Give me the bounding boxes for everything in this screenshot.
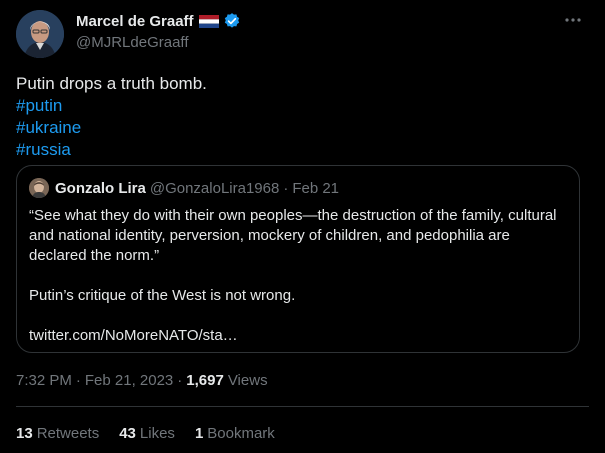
quoted-separator: ·: [283, 179, 289, 197]
hashtag-ukraine[interactable]: #ukraine: [16, 117, 207, 139]
author-display-name[interactable]: Marcel de Graaff: [76, 13, 194, 30]
netherlands-flag-icon: [198, 14, 219, 28]
more-options-icon[interactable]: [563, 10, 583, 30]
quoted-link[interactable]: twitter.com/NoMoreNATO/sta…: [29, 326, 565, 346]
quoted-tweet-header: Gonzalo Lira @GonzaloLira1968 · Feb 21: [29, 178, 339, 198]
tweet-text: Putin drops a truth bomb. #putin #ukrain…: [16, 73, 207, 161]
retweets-stat[interactable]: 13 Retweets: [16, 425, 99, 442]
bookmarks-count: 1: [194, 425, 204, 442]
meta-separator: ·: [75, 372, 81, 389]
quoted-paragraph-1: “See what they do with their own peoples…: [29, 207, 557, 264]
hashtag-russia[interactable]: #russia: [16, 139, 207, 161]
quoted-date: Feb 21: [292, 179, 340, 197]
tweet-meta: 7:32 PM · Feb 21, 2023 · 1,697 Views: [16, 372, 268, 389]
retweets-label: Retweets: [36, 425, 100, 442]
views-count: 1,697: [186, 372, 224, 389]
views-label: Views: [227, 372, 268, 389]
retweets-count: 13: [16, 425, 33, 442]
verified-badge-icon[interactable]: [223, 12, 241, 30]
divider: [16, 406, 589, 407]
likes-stat[interactable]: 43 Likes: [119, 425, 175, 442]
tweet: Marcel de Graaff @MJRLdeGraaff Putin dro…: [0, 0, 605, 453]
avatar-image: [16, 10, 64, 58]
tweet-body: Putin drops a truth bomb.: [16, 74, 207, 93]
bookmarks-label: Bookmark: [207, 425, 275, 442]
author-name-row: Marcel de Graaff: [76, 12, 241, 30]
quoted-paragraph-2: Putin’s critique of the West is not wron…: [29, 287, 296, 304]
author-handle[interactable]: @MJRLdeGraaff: [76, 34, 189, 51]
quoted-author-name: Gonzalo Lira: [55, 179, 146, 197]
quoted-tweet-body: “See what they do with their own peoples…: [29, 206, 565, 346]
likes-count: 43: [119, 425, 136, 442]
engagement-stats: 13 Retweets 43 Likes 1 Bookmark: [16, 425, 275, 442]
tweet-time[interactable]: 7:32 PM: [16, 372, 72, 389]
bookmarks-stat[interactable]: 1 Bookmark: [195, 425, 275, 442]
hashtag-putin[interactable]: #putin: [16, 95, 207, 117]
quoted-tweet-card[interactable]: Gonzalo Lira @GonzaloLira1968 · Feb 21 “…: [16, 165, 580, 353]
likes-label: Likes: [139, 425, 175, 442]
tweet-date[interactable]: Feb 21, 2023: [85, 372, 173, 389]
author-avatar[interactable]: [16, 10, 64, 58]
quoted-author-handle: @GonzaloLira1968: [149, 179, 280, 197]
quoted-author-avatar[interactable]: [29, 178, 49, 198]
meta-separator-2: ·: [177, 372, 183, 389]
